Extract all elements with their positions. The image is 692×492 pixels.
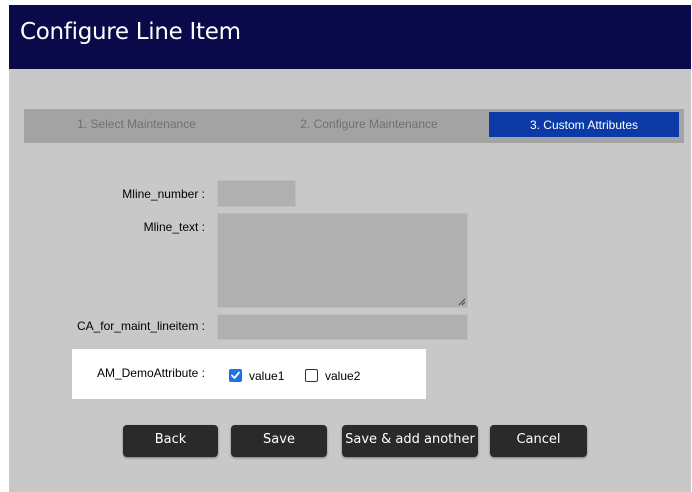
step-custom-attributes[interactable]: 3. Custom Attributes bbox=[489, 112, 679, 137]
mline-number-label: Mline_number : bbox=[122, 187, 205, 201]
wizard-steps: 1. Select Maintenance 2. Configure Maint… bbox=[24, 109, 684, 143]
resize-grip-icon[interactable] bbox=[458, 298, 466, 306]
dialog-titlebar: Configure Line Item bbox=[9, 5, 691, 69]
save-add-another-button[interactable]: Save & add another bbox=[342, 425, 478, 457]
ca-for-maint-lineitem-input[interactable] bbox=[217, 314, 468, 340]
back-button[interactable]: Back bbox=[123, 425, 218, 457]
cancel-button[interactable]: Cancel bbox=[490, 425, 587, 457]
step-select-maintenance[interactable]: 1. Select Maintenance bbox=[24, 109, 249, 143]
step-configure-maintenance[interactable]: 2. Configure Maintenance bbox=[249, 109, 489, 143]
value1-checkbox[interactable] bbox=[229, 369, 242, 382]
am-demo-attribute-label: AM_DemoAttribute : bbox=[96, 366, 205, 380]
save-button[interactable]: Save bbox=[231, 425, 327, 457]
value2-label[interactable]: value2 bbox=[325, 369, 360, 383]
configure-line-item-dialog: Configure Line Item 1. Select Maintenanc… bbox=[9, 5, 691, 492]
value1-label[interactable]: value1 bbox=[249, 369, 284, 383]
dialog-title: Configure Line Item bbox=[20, 19, 241, 45]
mline-number-input[interactable] bbox=[217, 180, 296, 207]
value2-checkbox[interactable] bbox=[305, 369, 318, 382]
mline-text-textarea[interactable] bbox=[217, 213, 468, 308]
mline-text-label: Mline_text : bbox=[143, 220, 205, 234]
checkmark-icon bbox=[231, 371, 240, 379]
am-demo-attribute-panel: AM_DemoAttribute : value1 value2 bbox=[72, 349, 426, 399]
ca-for-maint-lineitem-label: CA_for_maint_lineitem : bbox=[76, 319, 205, 333]
